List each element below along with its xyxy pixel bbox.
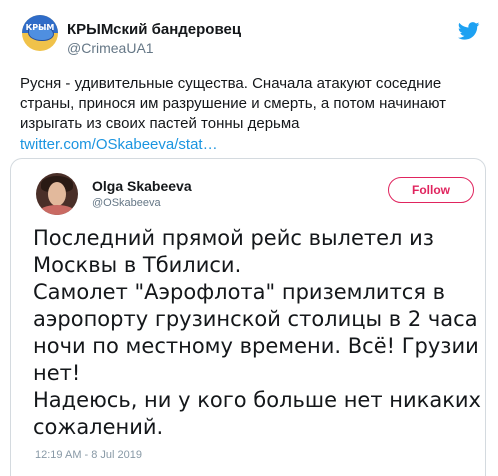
author-handle[interactable]: @CrimeaUA1 <box>67 40 154 56</box>
avatar-shoulders <box>38 205 76 215</box>
tweet-text: Русня - удивительные существа. Сначала а… <box>20 75 446 132</box>
quoted-author-avatar[interactable] <box>36 173 78 215</box>
quoted-text-line: Самолет "Аэрофлота" приземлится в <box>33 280 446 304</box>
author-avatar[interactable]: КРЫМ <box>22 15 58 51</box>
avatar-face <box>48 182 66 206</box>
quoted-text-line: Москвы в Тбилиси. <box>33 253 242 277</box>
quoted-text-line: сожалений. <box>33 415 164 439</box>
quoted-text-line: нет! <box>33 361 81 385</box>
twitter-bird-icon[interactable] <box>458 22 480 40</box>
author-name[interactable]: КРЫМский бандеровец <box>67 21 241 38</box>
tweet-link[interactable]: twitter.com/OSkabeeva/stat… <box>20 136 218 153</box>
quoted-text-line: аэропорту грузинской столицы в 2 часа <box>33 307 478 331</box>
quoted-text-line: Последний прямой рейс вылетел из <box>33 226 434 250</box>
avatar-text: КРЫМ <box>25 23 55 32</box>
tweet-card: КРЫМ КРЫМский бандеровец @CrimeaUA1 Русн… <box>0 0 498 476</box>
quoted-author-handle[interactable]: @OSkabeeva <box>92 197 161 209</box>
quoted-text-line: ночи по местному времени. Всё! Грузии <box>33 334 479 358</box>
quoted-text-line: Надеюсь, ни у кого больше нет никаких <box>33 388 481 412</box>
quoted-author-name[interactable]: Olga Skabeeva <box>92 178 192 194</box>
quoted-tweet-text: Последний прямой рейс вылетел из Москвы … <box>33 225 485 441</box>
quoted-tweet[interactable]: Olga Skabeeva @OSkabeeva Follow Последни… <box>10 158 486 476</box>
follow-button[interactable]: Follow <box>388 177 474 203</box>
quoted-timestamp[interactable]: 12:19 AM - 8 Jul 2019 <box>35 449 142 461</box>
